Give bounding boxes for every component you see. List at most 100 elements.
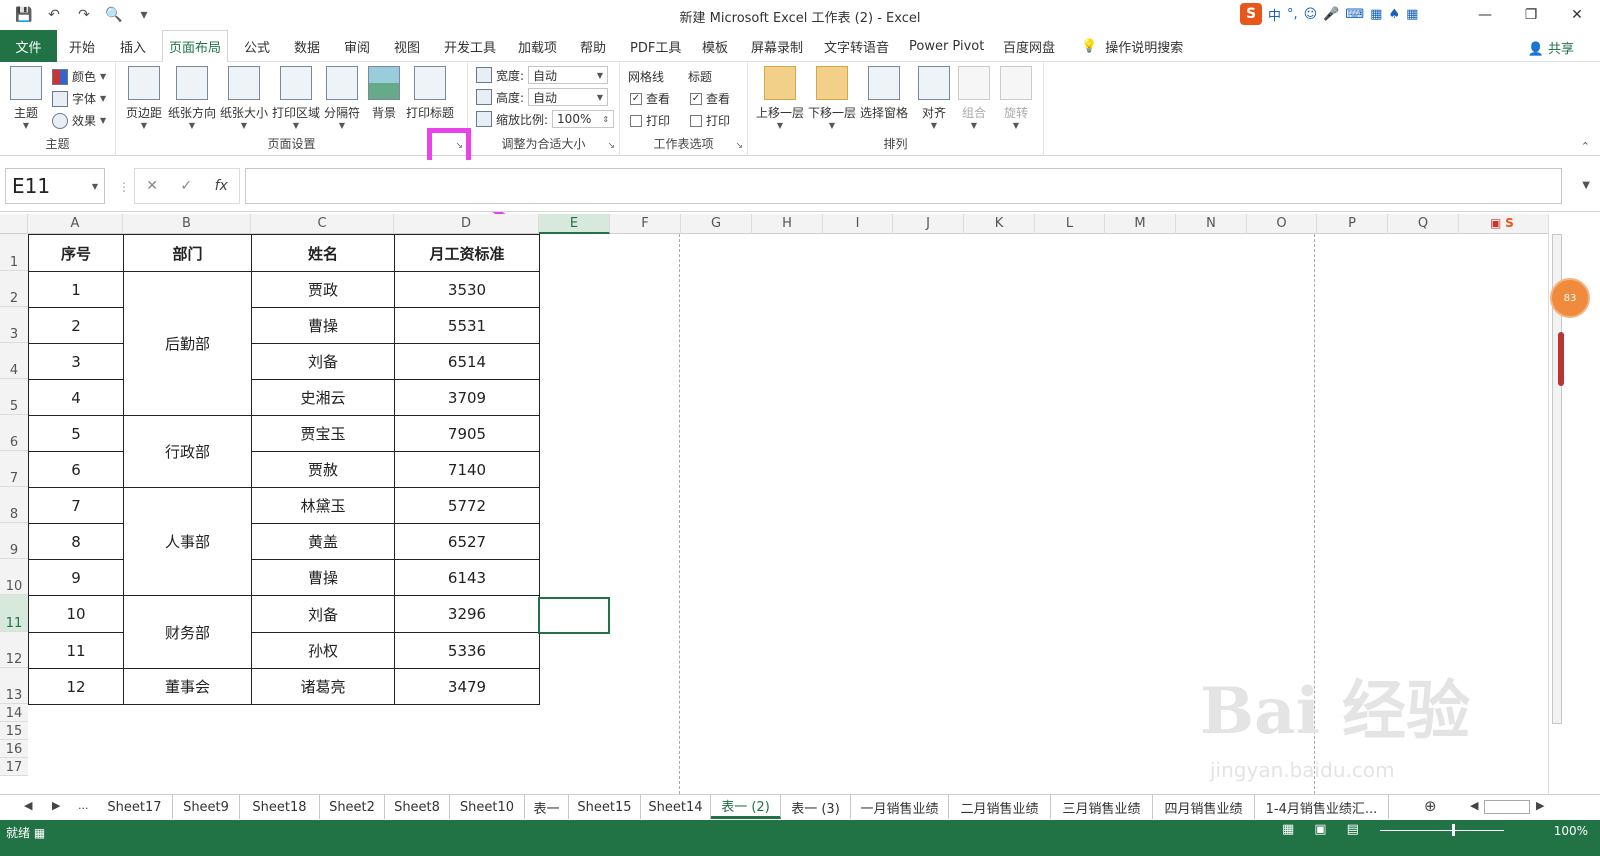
ime-mode[interactable]: 中 bbox=[1268, 5, 1281, 24]
row-header-15[interactable]: 15 bbox=[0, 722, 28, 740]
row-header-4[interactable]: 4 bbox=[0, 343, 28, 379]
row-header-2[interactable]: 2 bbox=[0, 271, 28, 307]
hscroll-right-icon[interactable]: ▶ bbox=[1536, 799, 1544, 812]
close-icon[interactable]: ✕ bbox=[1554, 0, 1600, 30]
tab-addins[interactable]: 加载项 bbox=[512, 30, 563, 62]
cell-no[interactable]: 4 bbox=[28, 379, 124, 416]
tab-help[interactable]: 帮助 bbox=[574, 30, 612, 62]
margins-button[interactable]: 页边距 ▼ bbox=[126, 66, 162, 130]
emoji-icon[interactable]: ☺ bbox=[1304, 7, 1318, 22]
sheet-tab[interactable]: Sheet18 bbox=[240, 795, 320, 819]
scale-dialog-launcher-icon[interactable]: ↘ bbox=[607, 141, 615, 151]
table-header-cell[interactable]: 姓名 bbox=[251, 234, 395, 272]
column-header-q[interactable]: Q bbox=[1388, 214, 1459, 234]
enter-icon[interactable]: ✓ bbox=[180, 178, 192, 194]
zoom-level[interactable]: 100% bbox=[1554, 824, 1588, 838]
cell-no[interactable]: 10 bbox=[28, 595, 124, 633]
print-area-button[interactable]: 打印区域 ▼ bbox=[272, 66, 320, 130]
size-button[interactable]: 纸张大小 ▼ bbox=[220, 66, 268, 130]
cell-department[interactable]: 行政部 bbox=[123, 415, 252, 488]
tab-formulas[interactable]: 公式 bbox=[238, 30, 276, 62]
cell-no[interactable]: 7 bbox=[28, 487, 124, 524]
grid-icon[interactable]: ▦ bbox=[1406, 7, 1418, 22]
cell-salary[interactable]: 3296 bbox=[394, 595, 540, 633]
column-header-p[interactable]: P bbox=[1317, 214, 1388, 234]
row-header-1[interactable]: 1 bbox=[0, 234, 28, 271]
cell-salary[interactable]: 3479 bbox=[394, 668, 540, 705]
tab-page-layout[interactable]: 页面布局 bbox=[162, 30, 229, 63]
row-header-10[interactable]: 10 bbox=[0, 559, 28, 595]
cell-salary[interactable]: 6143 bbox=[394, 559, 540, 596]
gridlines-view-checkbox[interactable]: ✓ 查看 bbox=[630, 90, 670, 107]
sheet-tab[interactable]: 表一 (2) bbox=[711, 795, 781, 819]
table-header-cell[interactable]: 部门 bbox=[123, 234, 252, 272]
align-button[interactable]: 对齐 ▼ bbox=[918, 66, 950, 130]
tell-me-search[interactable]: 💡 操作说明搜索 bbox=[1075, 30, 1189, 62]
sheet-tab[interactable]: 1-4月销售业绩汇... bbox=[1255, 795, 1389, 819]
sheet-tab[interactable]: 二月销售业绩 bbox=[949, 795, 1051, 819]
cell-salary[interactable]: 5336 bbox=[394, 632, 540, 669]
sheet-tab[interactable]: Sheet2 bbox=[320, 795, 385, 819]
scale-spinner[interactable]: 100% ⇕ bbox=[552, 110, 615, 128]
share-button[interactable]: 👤 共享 bbox=[1528, 38, 1574, 57]
fonts-button[interactable]: 字体 ▼ bbox=[52, 90, 106, 107]
row-header-13[interactable]: 13 bbox=[0, 668, 28, 704]
cell-no[interactable]: 9 bbox=[28, 559, 124, 596]
tab-pdf-tools[interactable]: PDF工具 bbox=[624, 30, 687, 62]
macro-record-icon[interactable]: ▦ bbox=[34, 826, 45, 840]
keyboard-icon[interactable]: ⌨ bbox=[1345, 7, 1364, 22]
background-button[interactable]: 背景 bbox=[368, 66, 400, 121]
skin-icon[interactable]: ♠ bbox=[1388, 7, 1400, 22]
tab-power-pivot[interactable]: Power Pivot bbox=[903, 30, 990, 62]
mic-icon[interactable]: 🎤 bbox=[1323, 7, 1339, 22]
cell-name[interactable]: 刘备 bbox=[251, 595, 395, 633]
cell-name[interactable]: 贾宝玉 bbox=[251, 415, 395, 452]
table-header-cell[interactable]: 月工资标准 bbox=[394, 234, 540, 272]
selected-cell[interactable] bbox=[538, 597, 610, 634]
column-header-b[interactable]: B bbox=[123, 214, 251, 234]
send-backward-button[interactable]: 下移一层 ▼ bbox=[808, 66, 856, 130]
tab-review[interactable]: 审阅 bbox=[338, 30, 376, 62]
column-header-n[interactable]: N bbox=[1176, 214, 1247, 234]
cell-name[interactable]: 诸葛亮 bbox=[251, 668, 395, 705]
normal-view-icon[interactable]: ▦ bbox=[1282, 822, 1294, 837]
insert-function-icon[interactable]: fx bbox=[215, 178, 228, 194]
sheet-tab[interactable]: Sheet14 bbox=[641, 795, 711, 819]
collapse-ribbon-icon[interactable]: ⌃ bbox=[1581, 140, 1590, 153]
cell-name[interactable]: 刘备 bbox=[251, 343, 395, 380]
cell-department[interactable]: 董事会 bbox=[123, 668, 252, 705]
cell-department[interactable]: 后勤部 bbox=[123, 271, 252, 416]
row-header-17[interactable]: 17 bbox=[0, 758, 28, 776]
tab-baidu-netdisk[interactable]: 百度网盘 bbox=[997, 30, 1061, 62]
row-header-5[interactable]: 5 bbox=[0, 379, 28, 415]
select-all-corner[interactable] bbox=[0, 214, 28, 234]
gridlines-print-checkbox[interactable]: 打印 bbox=[630, 112, 670, 129]
cell-no[interactable]: 1 bbox=[28, 271, 124, 308]
height-combo[interactable]: 自动 ▼ bbox=[528, 88, 609, 106]
tab-home[interactable]: 开始 bbox=[63, 30, 101, 62]
page-layout-view-icon[interactable]: ▣ bbox=[1314, 822, 1326, 837]
cell-no[interactable]: 5 bbox=[28, 415, 124, 452]
cell-salary[interactable]: 6527 bbox=[394, 523, 540, 560]
row-header-16[interactable]: 16 bbox=[0, 740, 28, 758]
minimize-icon[interactable]: — bbox=[1462, 0, 1508, 30]
cell-name[interactable]: 黄盖 bbox=[251, 523, 395, 560]
formula-input[interactable] bbox=[245, 168, 1562, 204]
column-header-j[interactable]: J bbox=[893, 214, 964, 234]
hscroll-left-icon[interactable]: ◀ bbox=[1470, 799, 1478, 812]
cell-name[interactable]: 贾政 bbox=[251, 271, 395, 308]
cancel-icon[interactable]: ✕ bbox=[146, 178, 158, 194]
column-header-l[interactable]: L bbox=[1035, 214, 1105, 234]
horizontal-scroll-thumb[interactable] bbox=[1484, 800, 1530, 814]
next-sheet-icon[interactable]: ▶ bbox=[52, 799, 60, 812]
headings-view-checkbox[interactable]: ✓ 查看 bbox=[690, 90, 730, 107]
sheet-tab[interactable]: 三月销售业绩 bbox=[1051, 795, 1153, 819]
cell-no[interactable]: 8 bbox=[28, 523, 124, 560]
cell-salary[interactable]: 5531 bbox=[394, 307, 540, 344]
cell-name[interactable]: 史湘云 bbox=[251, 379, 395, 416]
row-header-14[interactable]: 14 bbox=[0, 704, 28, 722]
row-header-7[interactable]: 7 bbox=[0, 451, 28, 487]
column-header-i[interactable]: I bbox=[823, 214, 893, 234]
row-header-9[interactable]: 9 bbox=[0, 523, 28, 559]
cell-salary[interactable]: 7905 bbox=[394, 415, 540, 452]
